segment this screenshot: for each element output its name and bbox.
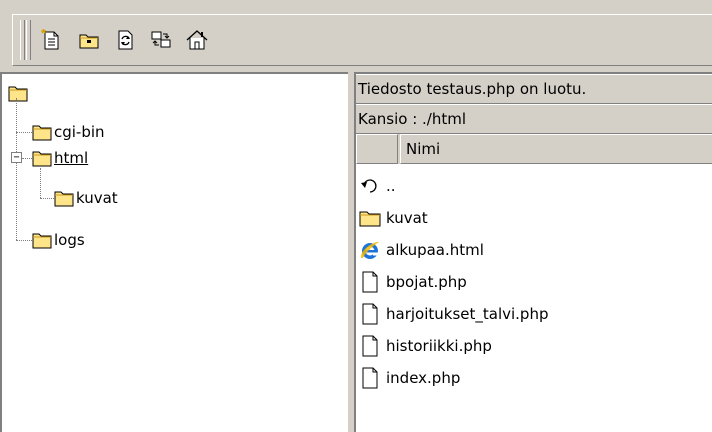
tree-item-logs[interactable]: logs bbox=[32, 227, 85, 253]
file-row-document[interactable]: bpojat.php bbox=[356, 266, 712, 298]
refresh-icon[interactable] bbox=[113, 28, 137, 52]
collapse-toggle[interactable]: − bbox=[11, 152, 22, 163]
name-column-header[interactable]: Nimi bbox=[400, 134, 712, 164]
column-header-row: Nimi bbox=[356, 134, 712, 164]
document-icon bbox=[358, 334, 382, 358]
toolbar bbox=[12, 14, 712, 66]
file-name[interactable]: alkupaa.html bbox=[386, 241, 484, 259]
folder-icon bbox=[32, 149, 52, 167]
toolbar-grip-secondary[interactable] bbox=[26, 20, 31, 60]
internet-explorer-icon bbox=[358, 238, 382, 262]
file-list-panel: Tiedosto testaus.php on luotu. Kansio : … bbox=[354, 72, 712, 432]
document-icon bbox=[358, 302, 382, 326]
file-name[interactable]: kuvat bbox=[386, 209, 428, 227]
folder-tree: cgi-bin − html kuvat logs bbox=[0, 72, 348, 432]
tree-item-cgi-bin[interactable]: cgi-bin bbox=[32, 119, 105, 145]
file-row-parent[interactable]: .. bbox=[356, 170, 712, 202]
file-row-document[interactable]: historiikki.php bbox=[356, 330, 712, 362]
tree-connector bbox=[16, 132, 32, 133]
tree-connector bbox=[16, 98, 17, 240]
file-row-document[interactable]: index.php bbox=[356, 362, 712, 394]
toolbar-grip[interactable] bbox=[20, 20, 25, 60]
tree-item-label: kuvat bbox=[76, 189, 118, 207]
tree-item-label[interactable]: html bbox=[54, 149, 88, 167]
copy-icon[interactable] bbox=[149, 28, 173, 52]
tree-connector bbox=[40, 198, 54, 199]
file-name[interactable]: bpojat.php bbox=[386, 273, 467, 291]
file-name[interactable]: harjoitukset_talvi.php bbox=[386, 305, 548, 323]
file-row-html[interactable]: alkupaa.html bbox=[356, 234, 712, 266]
tree-item-kuvat[interactable]: kuvat bbox=[54, 185, 118, 211]
file-name[interactable]: .. bbox=[386, 177, 396, 195]
new-folder-icon[interactable] bbox=[77, 28, 101, 52]
file-row-folder[interactable]: kuvat bbox=[356, 202, 712, 234]
tree-item-label: logs bbox=[54, 231, 85, 249]
file-row-document[interactable]: harjoitukset_talvi.php bbox=[356, 298, 712, 330]
select-column-header[interactable] bbox=[356, 134, 398, 164]
folder-icon bbox=[54, 189, 74, 207]
folder-icon bbox=[32, 231, 52, 249]
file-name[interactable]: historiikki.php bbox=[386, 337, 492, 355]
folder-path: Kansio : ./html bbox=[356, 104, 712, 134]
tree-connector bbox=[40, 168, 41, 198]
folder-icon bbox=[8, 84, 28, 102]
document-icon bbox=[358, 366, 382, 390]
new-file-icon[interactable] bbox=[39, 28, 63, 52]
tree-item-label: cgi-bin bbox=[54, 123, 105, 141]
home-icon[interactable] bbox=[185, 28, 209, 52]
tree-connector bbox=[22, 158, 32, 159]
up-arrow-icon bbox=[358, 174, 382, 198]
status-message: Tiedosto testaus.php on luotu. bbox=[356, 74, 712, 104]
tree-root[interactable] bbox=[8, 80, 30, 106]
tree-item-html[interactable]: html bbox=[32, 145, 88, 171]
folder-icon bbox=[358, 206, 382, 230]
file-name[interactable]: index.php bbox=[386, 369, 460, 387]
folder-icon bbox=[32, 123, 52, 141]
document-icon bbox=[358, 270, 382, 294]
tree-connector bbox=[16, 240, 32, 241]
